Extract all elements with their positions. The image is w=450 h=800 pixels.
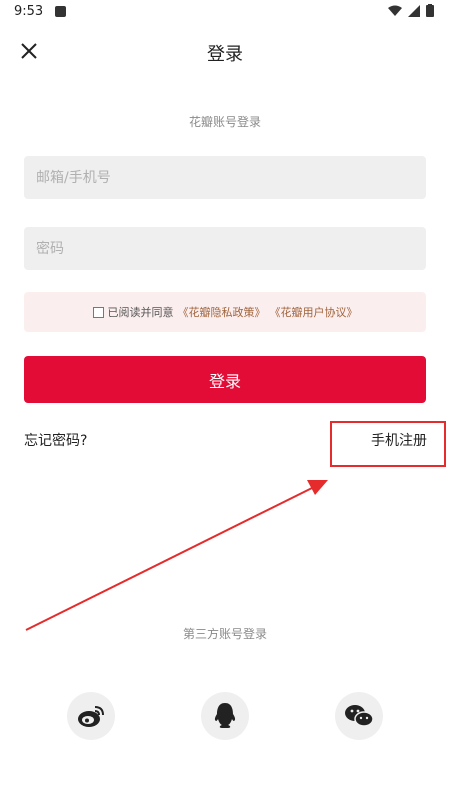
agreement-bar: 已阅读并同意 《花瓣隐私政策》 《花瓣用户协议》 (24, 292, 426, 332)
email-phone-input[interactable] (24, 156, 426, 199)
login-subtitle: 花瓣账号登录 (188, 115, 261, 129)
wechat-icon (345, 705, 374, 727)
forgot-password-link[interactable]: 忘记密码? (24, 430, 87, 450)
user-agreement-link[interactable]: 《花瓣用户协议》 (270, 304, 358, 320)
agreement-checkbox[interactable] (92, 306, 104, 318)
signal-icon (408, 4, 420, 17)
page-title: 登录 (207, 44, 243, 65)
wechat-login-button[interactable] (335, 692, 383, 740)
qq-login-button[interactable] (201, 692, 249, 740)
notification-icon (55, 6, 66, 17)
login-button[interactable]: 登录 (24, 356, 426, 403)
password-input[interactable] (24, 227, 426, 270)
battery-icon (426, 4, 434, 17)
weibo-login-button[interactable] (67, 692, 115, 740)
weibo-icon (78, 706, 104, 727)
third-party-label: 第三方账号登录 (182, 627, 267, 641)
privacy-policy-link[interactable]: 《花瓣隐私政策》 (178, 304, 266, 320)
status-icons (388, 4, 434, 17)
annotation-highlight-box (330, 421, 446, 467)
status-time: 9:53 (14, 4, 44, 19)
agreement-text: 已阅读并同意 (107, 306, 174, 319)
qq-icon (214, 703, 236, 728)
wifi-icon (388, 5, 402, 16)
